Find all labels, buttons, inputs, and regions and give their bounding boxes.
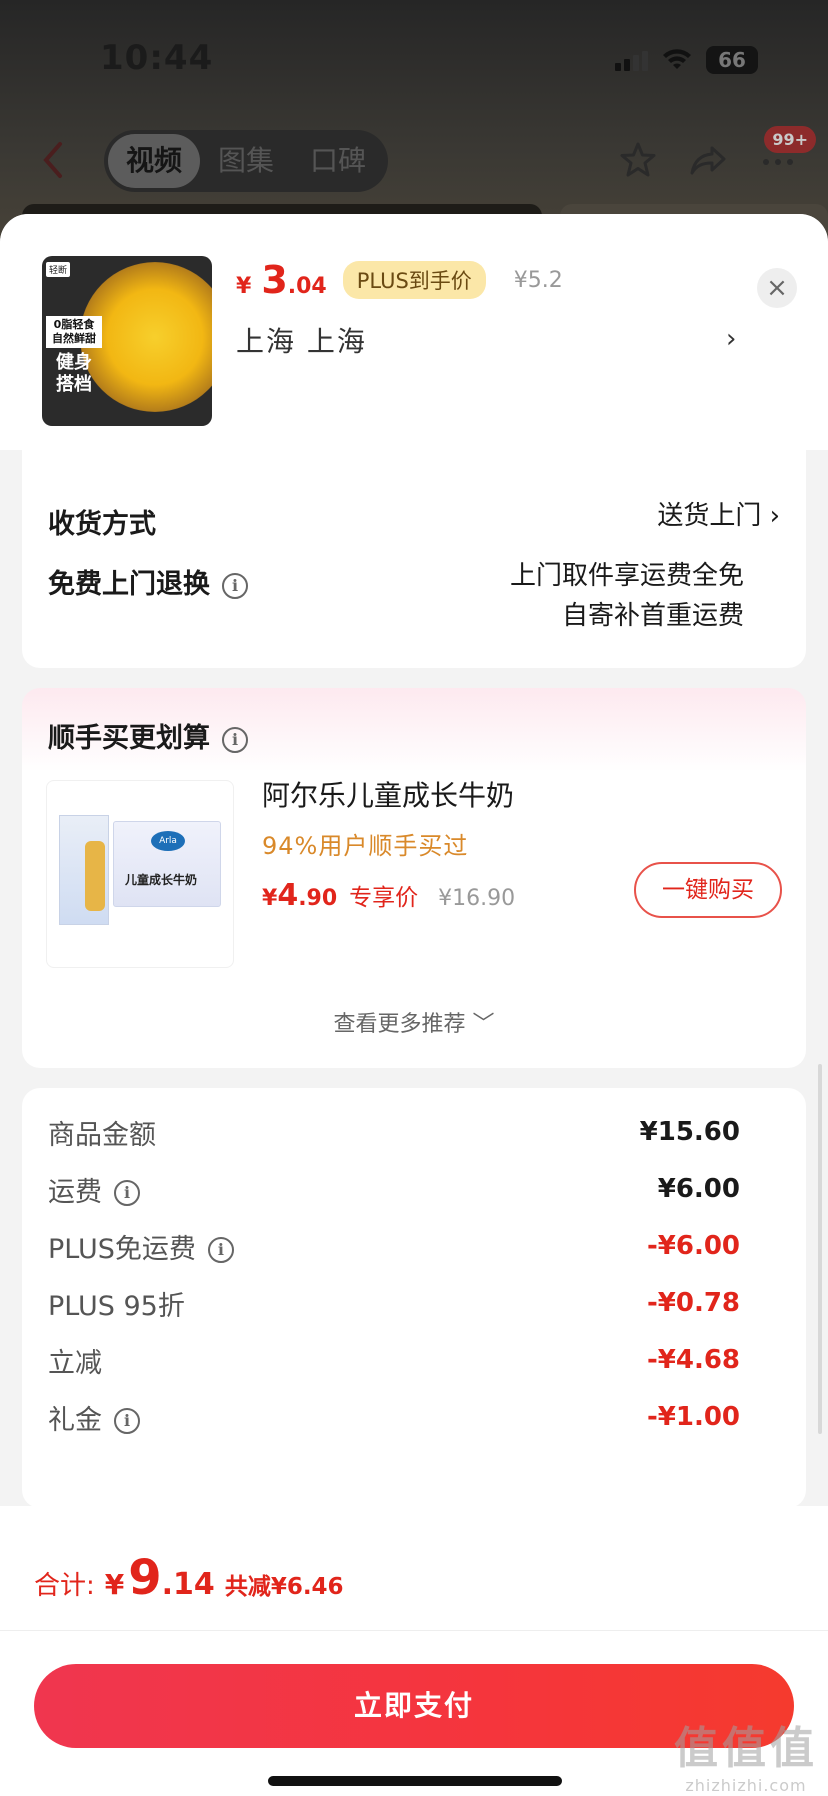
free-return-value: 上门取件享运费全免 自寄补首重运费 xyxy=(510,556,744,636)
info-icon[interactable]: i xyxy=(114,1180,140,1206)
total-row: 合计: ¥ 9 .14 共减¥6.46 xyxy=(34,1550,344,1606)
thumb-brand-tag: 轻断 xyxy=(46,262,71,277)
recommend-title: 顺手买更划算 xyxy=(48,723,210,754)
free-return-row: 免费上门退换 i xyxy=(48,562,248,601)
price-decimal: .04 xyxy=(287,274,327,299)
summary-label: 礼金 xyxy=(48,1404,102,1436)
total-label: 合计: xyxy=(34,1571,95,1601)
recommend-price-label: 专享价 xyxy=(349,885,419,911)
watermark-logo: 值值值 xyxy=(674,1723,818,1774)
total-saved: 共减¥6.46 xyxy=(224,1574,344,1600)
status-icons: 66 xyxy=(615,46,758,74)
summary-row-gift-money: 礼金 i -¥1.00 xyxy=(48,1397,740,1437)
message-badge: 99+ xyxy=(764,126,816,153)
product-thumbnail: 轻断 0脂轻食 自然鲜甜 健身 搭档 xyxy=(42,256,212,426)
summary-label: PLUS 95折 xyxy=(48,1290,185,1322)
share-icon[interactable] xyxy=(688,140,728,180)
summary-row-goods: 商品金额 ¥15.60 xyxy=(48,1112,740,1152)
product-header: 轻断 0脂轻食 自然鲜甜 健身 搭档 ¥ 3 .04 PLUS到手价 ¥5.2 … xyxy=(0,214,828,450)
thumb-tag-light: 0脂轻食 自然鲜甜 xyxy=(46,316,102,348)
delivery-method-label: 收货方式 xyxy=(48,509,156,540)
info-icon[interactable]: i xyxy=(114,1408,140,1434)
price-summary-card: 商品金额 ¥15.60 运费 i ¥6.00 PLUS免运费 i -¥6.00 PL… xyxy=(22,1088,806,1508)
recommend-buyers-rate: 94%用户顺手买过 xyxy=(262,832,469,860)
recommend-product-image[interactable]: Arla 儿童成长牛奶 xyxy=(46,780,234,968)
star-icon[interactable] xyxy=(618,140,658,180)
summary-label: 运费 xyxy=(48,1176,102,1208)
recommend-product-name[interactable]: 阿尔乐儿童成长牛奶 xyxy=(262,774,514,814)
chevron-right-icon[interactable]: › xyxy=(726,324,736,354)
total-integer: 9 xyxy=(128,1550,162,1606)
summary-row-plus-free-shipping: PLUS免运费 i -¥6.00 xyxy=(48,1226,740,1266)
summary-label: PLUS免运费 xyxy=(48,1233,196,1265)
total-currency: ¥ xyxy=(104,1568,125,1601)
summary-value: -¥1.00 xyxy=(646,1402,740,1432)
scrollbar[interactable] xyxy=(818,1064,822,1434)
status-time: 10:44 xyxy=(100,38,214,78)
media-tabs: 视频 图集 口碑 xyxy=(104,130,388,192)
tab-video[interactable]: 视频 xyxy=(108,134,200,188)
summary-value: -¥0.78 xyxy=(646,1288,740,1318)
summary-label: 立减 xyxy=(48,1347,102,1379)
battery-icon: 66 xyxy=(706,46,758,74)
summary-row-plus-discount: PLUS 95折 -¥0.78 xyxy=(48,1283,740,1323)
divider xyxy=(0,1630,828,1631)
watermark-url: zhizhizhi.com xyxy=(685,1776,807,1795)
free-return-label: 免费上门退换 xyxy=(48,569,210,600)
total-decimal: .14 xyxy=(161,1567,215,1602)
delivery-method-value[interactable]: 送货上门 › xyxy=(657,496,780,536)
giraffe-illustration xyxy=(85,841,105,911)
summary-value: ¥6.00 xyxy=(657,1174,740,1204)
delivery-address[interactable]: 上海 上海 xyxy=(236,320,367,360)
home-indicator xyxy=(268,1776,562,1786)
order-sheet: 轻断 0脂轻食 自然鲜甜 健身 搭档 ¥ 3 .04 PLUS到手价 ¥5.2 … xyxy=(0,214,828,1796)
product-price-row: ¥ 3 .04 PLUS到手价 ¥5.2 xyxy=(236,258,563,302)
info-icon[interactable]: i xyxy=(222,572,248,599)
free-return-line1: 上门取件享运费全免 xyxy=(509,561,744,591)
summary-value: -¥4.68 xyxy=(646,1345,740,1375)
summary-label: 商品金额 xyxy=(48,1119,156,1151)
recommend-price-integer: 4 xyxy=(277,878,299,913)
tab-reviews[interactable]: 口碑 xyxy=(292,134,384,188)
tab-gallery[interactable]: 图集 xyxy=(200,134,292,188)
summary-value: -¥6.00 xyxy=(646,1231,740,1261)
summary-row-shipping: 运费 i ¥6.00 xyxy=(48,1169,740,1209)
price-integer: 3 xyxy=(261,258,288,302)
checkout-bar: 合计: ¥ 9 .14 共减¥6.46 立即支付 值值值 zhizhizhi.c… xyxy=(0,1506,828,1796)
summary-label-wrap: 礼金 i xyxy=(48,1398,140,1437)
site-watermark: 值值值 zhizhizhi.com xyxy=(674,1712,818,1795)
summary-value: ¥15.60 xyxy=(639,1117,740,1147)
price-currency: ¥ xyxy=(236,274,252,299)
recommend-original-price: ¥16.90 xyxy=(438,886,516,911)
recommend-price-row: ¥ 4 .90 专享价 ¥16.90 xyxy=(262,878,515,913)
recommend-price-decimal: .90 xyxy=(298,886,338,911)
see-more-recommendations[interactable]: 查看更多推荐 ﹀ xyxy=(22,1006,806,1038)
summary-label-wrap: PLUS免运费 i xyxy=(48,1227,234,1266)
recommend-title-row: 顺手买更划算 i xyxy=(48,716,248,755)
arla-logo: Arla xyxy=(151,831,185,851)
summary-row-instant-off: 立减 -¥4.68 xyxy=(48,1340,740,1380)
thumb-tag-fitness: 健身 搭档 xyxy=(56,352,92,395)
info-icon[interactable]: i xyxy=(207,1237,234,1263)
summary-label-wrap: 运费 i xyxy=(48,1170,140,1209)
back-arrow-icon[interactable] xyxy=(38,140,68,180)
close-button[interactable]: × xyxy=(757,268,797,308)
recommend-card: 顺手买更划算 i Arla 儿童成长牛奶 阿尔乐儿童成长牛奶 94%用户顺手买过 … xyxy=(22,688,806,1068)
one-click-buy-button[interactable]: 一键购买 xyxy=(634,862,782,918)
signal-icon xyxy=(615,49,648,71)
plus-price-tag: PLUS到手价 xyxy=(342,261,486,299)
original-price: ¥5.2 xyxy=(513,267,563,293)
free-return-line2: 自寄补首重运费 xyxy=(561,601,744,631)
delivery-card: 收货方式 送货上门 › 免费上门退换 i 上门取件享运费全免 自寄补首重运费 xyxy=(22,450,806,668)
recommend-price-currency: ¥ xyxy=(262,886,278,911)
wifi-icon xyxy=(663,49,691,69)
info-icon[interactable]: i xyxy=(222,726,248,753)
milk-pack-text: 儿童成长牛奶 xyxy=(125,873,198,887)
